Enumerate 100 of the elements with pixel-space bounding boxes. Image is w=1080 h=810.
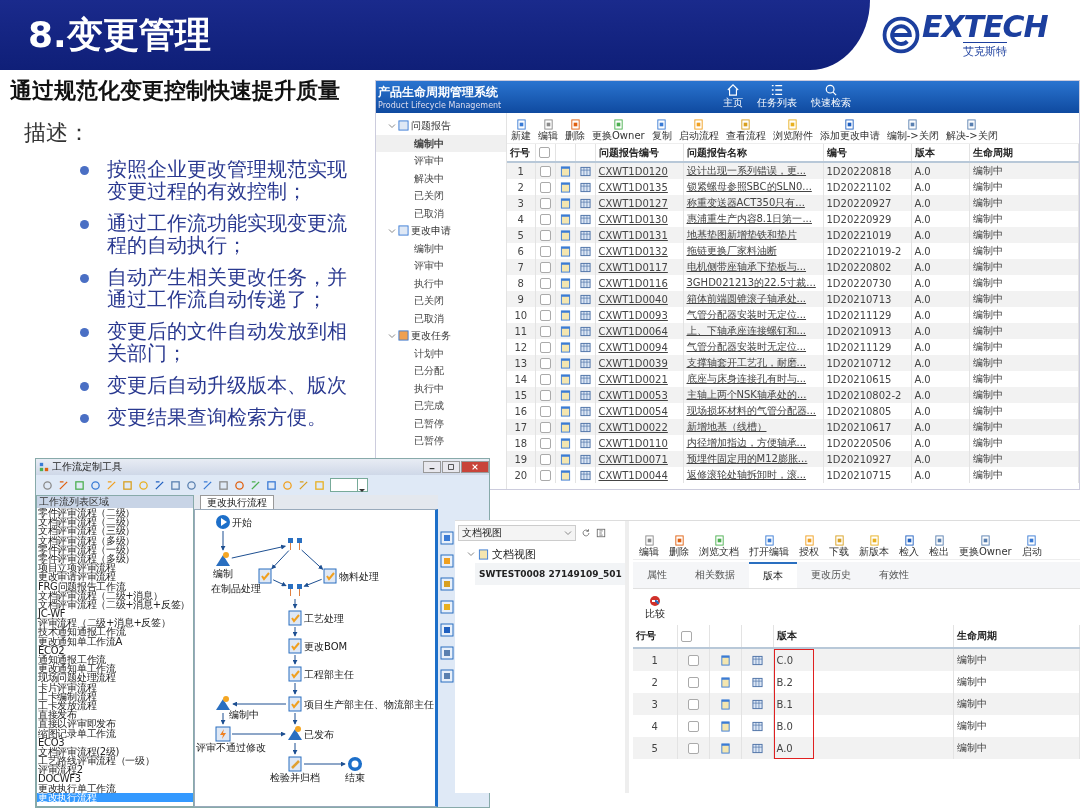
toolbar-button[interactable]: 查看流程 bbox=[725, 119, 766, 141]
toolbar-button[interactable]: 更换Owner bbox=[959, 535, 1012, 557]
tree-item[interactable]: 已关闭 bbox=[376, 187, 506, 205]
tree-item[interactable]: 已分配 bbox=[376, 362, 506, 380]
report-link[interactable]: 3GHD021213的22.5寸裁... bbox=[686, 277, 816, 288]
workflow-item[interactable]: 工卡编制流程 bbox=[37, 691, 193, 701]
toolbar-button[interactable]: 授权 bbox=[799, 535, 819, 557]
report-link[interactable]: 锁紧螺母参照SBC的SLN0... bbox=[686, 181, 812, 192]
workflow-item[interactable]: 现场问题处理流程 bbox=[37, 673, 193, 683]
tree-group[interactable]: 更改申请 bbox=[411, 223, 451, 238]
workflow-item[interactable]: 更改通知单工作流A bbox=[37, 636, 193, 646]
report-link[interactable]: CXWT1D0044 bbox=[598, 469, 668, 481]
workflow-item[interactable]: FRG问题报告工作流 bbox=[37, 581, 193, 591]
tree-item[interactable]: 评审中 bbox=[376, 257, 506, 275]
nav-button[interactable]: 主页 bbox=[723, 84, 743, 110]
toolbar-button[interactable]: 删除 bbox=[565, 119, 585, 141]
tree-item[interactable]: 解决中 bbox=[376, 169, 506, 187]
workflow-item[interactable]: ECO2 bbox=[37, 645, 193, 655]
toolbar-button[interactable]: 解决->关闭 bbox=[945, 119, 998, 141]
workflow-item[interactable]: 更改执行单工作流 bbox=[37, 783, 193, 793]
tab[interactable]: 版本 bbox=[749, 562, 797, 588]
toolbar-button[interactable]: 编制->关闭 bbox=[886, 119, 939, 141]
workflow-item[interactable]: 更改通知单工作流 bbox=[37, 664, 193, 674]
report-link[interactable]: CXWT1D0110 bbox=[598, 437, 668, 449]
toolbar-button[interactable]: 检出 bbox=[929, 535, 949, 557]
toolbar-button[interactable]: 删除 bbox=[669, 535, 689, 557]
tree-item[interactable]: 执行中 bbox=[376, 379, 506, 397]
report-link[interactable]: 底座与床身连接孔有时与... bbox=[686, 373, 807, 384]
toolbar-button[interactable]: 浏览文档 bbox=[699, 535, 739, 557]
tree-item[interactable]: 已取消 bbox=[376, 204, 506, 222]
toolbar-button[interactable]: 检入 bbox=[899, 535, 919, 557]
report-link[interactable]: 返修滚轮处轴拆卸时，滚... bbox=[686, 469, 807, 480]
tree-item[interactable]: SWTEST0008 27149109_501 bbox=[475, 563, 625, 585]
tree-item[interactable]: 计划中 bbox=[376, 344, 506, 362]
tab[interactable]: 相关数据 bbox=[681, 562, 749, 588]
toolbar-button[interactable]: 复制 bbox=[651, 119, 672, 141]
report-link[interactable]: CXWT1D0116 bbox=[598, 277, 668, 289]
report-link[interactable]: CXWT1D0094 bbox=[598, 341, 668, 353]
nav-button[interactable]: 快速检索 bbox=[811, 84, 851, 110]
workflow-item[interactable]: 工艺路线评审流程（一级） bbox=[37, 756, 193, 766]
tab[interactable]: 有效性 bbox=[865, 562, 923, 588]
toolbar-button[interactable]: 启动流程 bbox=[678, 119, 719, 141]
report-link[interactable]: 气管分配器安装时无定位... bbox=[686, 341, 807, 352]
tree-item[interactable]: 编制中 bbox=[376, 239, 506, 257]
report-link[interactable]: CXWT1D0132 bbox=[598, 245, 668, 257]
tree-group[interactable]: 文档视图 bbox=[492, 546, 536, 562]
workflow-item[interactable]: 卡片评审流程 bbox=[37, 682, 193, 692]
workflow-item[interactable]: 文档评审流程（三级） bbox=[37, 526, 193, 536]
toolbar-button[interactable]: 下载 bbox=[829, 535, 849, 557]
report-link[interactable]: 现场损坏材料的气管分配器... bbox=[686, 405, 817, 416]
toolbar-button[interactable]: 编辑 bbox=[538, 119, 558, 141]
table-cell: 编制中 bbox=[969, 451, 1079, 467]
report-link[interactable]: 内径增加指边，方便轴承... bbox=[686, 437, 807, 448]
toolbar-button[interactable]: 启动 bbox=[1021, 535, 1042, 557]
report-link[interactable]: 惠浦重生产内容8.1日第一... bbox=[686, 213, 812, 224]
tree-group[interactable]: 问题报告 bbox=[411, 118, 451, 133]
workflow-item[interactable]: 文档评审流程(2级) bbox=[37, 746, 193, 757]
report-link[interactable]: CXWT1D0021 bbox=[598, 373, 668, 385]
tab[interactable]: 属性 bbox=[633, 562, 681, 588]
report-link[interactable]: CXWT1D0135 bbox=[598, 181, 668, 193]
tree-item[interactable]: 评审中 bbox=[376, 152, 506, 170]
workflow-item[interactable]: 技术通知通报工作流 bbox=[37, 627, 193, 637]
workflow-item[interactable]: 零件评审流程（二级） bbox=[37, 508, 193, 518]
report-link[interactable]: 拖链更换厂家料油断 bbox=[686, 245, 777, 256]
report-link[interactable]: CXWT1D0054 bbox=[598, 405, 668, 417]
tree-item[interactable]: 已完成 bbox=[376, 397, 506, 415]
toolbar-button[interactable]: 编辑 bbox=[639, 535, 659, 557]
view-dropdown[interactable]: 文档视图 bbox=[458, 525, 576, 541]
workflow-item[interactable]: 直接以评审即发布 bbox=[37, 719, 193, 729]
report-link[interactable]: CXWT1D0093 bbox=[598, 309, 668, 321]
workflow-item[interactable]: 文档评审流程（二级） bbox=[37, 517, 193, 527]
toolbar-button[interactable]: 浏览附件 bbox=[772, 119, 813, 141]
tree-item[interactable]: 编制中 bbox=[376, 134, 506, 152]
workflow-item[interactable]: 文档评审流程（多级） bbox=[37, 535, 193, 545]
workflow-item[interactable]: DOCWF3 bbox=[37, 774, 193, 784]
workflow-item[interactable]: 工卡发放流程 bbox=[37, 700, 193, 711]
toolbar-button[interactable]: 新建 bbox=[511, 119, 531, 141]
workflow-item[interactable]: 文档评审流程（二级+消息） bbox=[37, 590, 193, 600]
toolbar-button[interactable]: 新版本 bbox=[859, 535, 889, 557]
tree-group[interactable]: 更改任务 bbox=[411, 328, 451, 343]
tree-item[interactable]: 已关闭 bbox=[376, 292, 506, 310]
workflow-item[interactable]: 更改审请评审流程 bbox=[37, 572, 193, 582]
tree-item[interactable]: 已暂停 bbox=[376, 432, 506, 450]
tree-item[interactable]: 已暂停 bbox=[376, 414, 506, 432]
workflow-item[interactable]: 评审流程2 bbox=[37, 765, 193, 775]
report-link[interactable]: CXWT1D0130 bbox=[598, 213, 668, 225]
compare-button[interactable]: 比较 bbox=[645, 595, 665, 621]
toolbar-button[interactable]: 更换Owner bbox=[592, 119, 645, 141]
workflow-item[interactable]: JC-WF bbox=[37, 609, 193, 619]
workflow-item[interactable]: ECO3 bbox=[37, 737, 193, 747]
diagram-tab[interactable]: 更改执行流程 bbox=[200, 495, 274, 509]
toolbar-button[interactable]: 添加更改申请 bbox=[819, 119, 880, 141]
tree-item[interactable]: 执行中 bbox=[376, 274, 506, 292]
workflow-item[interactable]: 缩图记录单工作流 bbox=[37, 728, 193, 738]
tree-item[interactable]: 已取消 bbox=[376, 309, 506, 327]
report-link[interactable]: 气管分配器安装时无定位... bbox=[686, 309, 807, 320]
nav-button[interactable]: 任务列表 bbox=[757, 84, 797, 110]
workflow-item[interactable]: 项目立项评审流程 bbox=[37, 563, 193, 573]
toolbar-button[interactable]: 打开编辑 bbox=[749, 535, 789, 557]
tab[interactable]: 更改历史 bbox=[797, 562, 865, 588]
